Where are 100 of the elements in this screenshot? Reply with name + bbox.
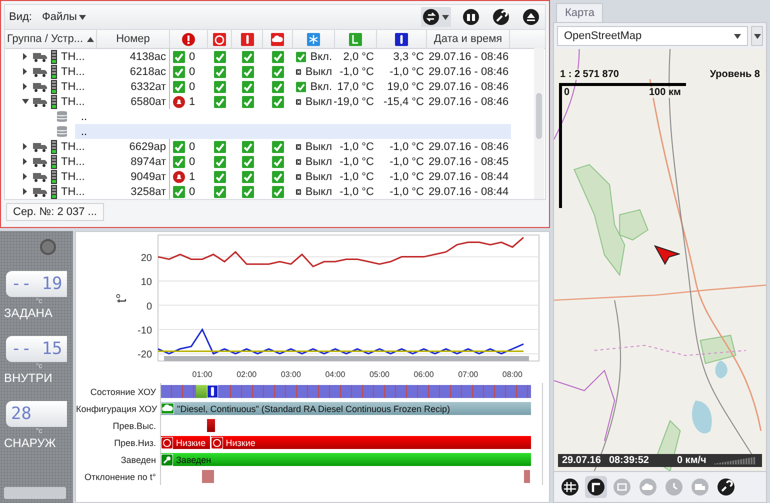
eject-icon [523,9,539,25]
collapsed-arrow-icon[interactable] [22,188,29,195]
device-row[interactable]: ТН... 6218ас 0 Выкл -1,0 °C -1,0 °C 29.07.16 - 08:46 [5,64,545,79]
collapsed-arrow-icon[interactable] [22,173,29,180]
child-row[interactable]: .. [75,124,511,139]
map-tab[interactable]: Карта [556,3,604,22]
column-header[interactable]: Группа / Устр... [5,30,97,48]
zoom-button[interactable] [715,476,737,498]
collapsed-arrow-icon[interactable] [22,68,29,75]
cloud-icon [271,32,284,46]
truck-icon [33,156,47,166]
x-tick-label: 06:00 [414,370,434,379]
temperature-display: 28 [6,401,67,427]
caret-icon [442,14,449,20]
route-button[interactable] [585,476,607,498]
vehicle-number: 4138ас [130,50,166,62]
caret-icon [734,34,741,38]
wrench-icon [717,478,735,496]
temperature: -15,4 °C [384,96,424,108]
scrollbar[interactable] [4,487,66,499]
collapsed-arrow-icon[interactable] [22,83,29,90]
bar-label: Низкие [226,438,256,448]
temperature: 3,3 °C [393,50,424,62]
temperature-display: -- 15 [6,336,67,362]
vehicle-number: 6629ар [129,140,166,152]
date-time: 29.07.16 - 08:46 [428,80,509,92]
temperature: 19,0 °C [387,80,424,92]
gauge-label: ВНУТРИ [4,371,52,385]
set-temperature: -1,0 °C [340,140,374,152]
group-name: ТН... [61,156,85,168]
expanded-arrow-icon[interactable] [22,98,29,105]
database-icon [57,110,67,123]
speed: 0 км/ч [676,455,706,466]
alarm-count: 0 [189,140,196,152]
x-tick-label: 03:00 [280,370,301,379]
snowflake-icon [307,32,320,46]
child-row[interactable]: .. [75,109,511,124]
device-row[interactable]: ТН... 6629ар 0 Выкл -1,0 °C -1,0 °C 29.07.16 - 08:46 [5,139,545,154]
truck-icon [33,172,47,182]
group-name: ТН... [61,140,85,152]
temperature: -1,0 °C [390,170,424,182]
vehicle-number: 6580ат [130,96,166,108]
y-tick-label: -20 [138,350,152,361]
x-tick-label: 05:00 [370,370,390,379]
device-row[interactable]: ТН... 4138ас 0 Вкл. 2,0 °C 3,3 °C 29.07.16 - 08:46 [5,49,545,64]
wrench-button[interactable] [491,7,511,27]
collapsed-arrow-icon[interactable] [22,158,29,165]
arrow-marker-icon [654,245,680,265]
unit-status: Вкл. [310,80,332,92]
truck-icon [33,142,47,152]
alarm-count: 1 [189,170,196,182]
device-row[interactable]: ТН... 6332ат 0 Вкл. 17,0 °C 19,0 °C 29.07.16 - 08:46 [5,79,545,94]
x-tick-label: 02:00 [236,370,257,379]
x-tick-label: 01:00 [192,370,212,379]
vehicle-number: 6218ас [130,66,166,78]
scrollbar[interactable] [534,48,544,199]
truck-icon [33,82,47,92]
collapsed-arrow-icon[interactable] [22,143,29,150]
vehicle-number: 3258ат [130,186,166,198]
unit-status: Выкл [305,66,332,78]
set-temperature: -1,0 °C [340,66,374,78]
y-axis-label: t° [113,293,129,303]
alert-icon [182,32,195,46]
x-tick-label: 07:00 [458,370,478,379]
scrollbar[interactable] [164,356,529,361]
group-name: ТН... [61,170,85,182]
files-menu[interactable]: Файлы [42,11,86,23]
gauge-label: ЗАДАНА [4,306,52,320]
zoom-level: Уровень 8 [710,69,760,80]
device-row[interactable]: ТН... 9049ат 1 Выкл -1,0 °C -1,0 °C 29.07.16 - 08:44 [5,169,545,184]
sync-button[interactable] [421,7,451,27]
caret-icon [78,14,86,20]
set-temperature: -1,0 °C [340,156,374,168]
column-header[interactable]: Дата и время [427,30,510,48]
column-header[interactable]: Номер [97,30,170,48]
device-row[interactable]: ТН... 3258ат 0 Выкл -1,0 °C -1,0 °C 29.07.16 - 08:44 [5,184,545,199]
bar-label: "Diesel, Continuous" (Standard RA Diesel Continuous Frozen Recip) [177,404,450,414]
gauge-icon [213,32,226,46]
unit-status: Вкл. [310,50,332,62]
eject-button[interactable] [521,7,541,27]
map-date: 29.07.16 [562,455,601,466]
serial-number: Сер. №: 2 037 ... [6,203,104,221]
date-time: 29.07.16 - 08:46 [428,96,509,108]
cloud-icon [639,478,657,496]
device-row[interactable]: ТН... 8974ат 0 Выкл -1,0 °C -1,0 °C 29.07.16 - 08:45 [5,154,545,169]
device-row[interactable]: ТН... 6580ат 1 Выкл-19,0 °C -15,4 °C 29.07.16 - 08:46 [5,94,545,109]
set-temperature: 17,0 °C [337,80,374,92]
date-time: 29.07.16 - 08:46 [428,140,509,152]
group-name: ТН... [61,96,85,108]
map-provider-select[interactable]: OpenStreetMap [557,26,748,46]
dropdown-button[interactable] [751,26,763,46]
gauge-label: СНАРУЖ [4,436,56,450]
alarm-count: 1 [189,96,196,108]
wrench-icon [493,9,509,25]
binoculars-button[interactable] [461,7,481,27]
corner-icon [587,478,605,496]
grid-button[interactable] [559,476,581,498]
collapsed-arrow-icon[interactable] [22,53,29,60]
view-label: Вид: [9,11,32,23]
x-tick-label: 04:00 [325,370,346,379]
